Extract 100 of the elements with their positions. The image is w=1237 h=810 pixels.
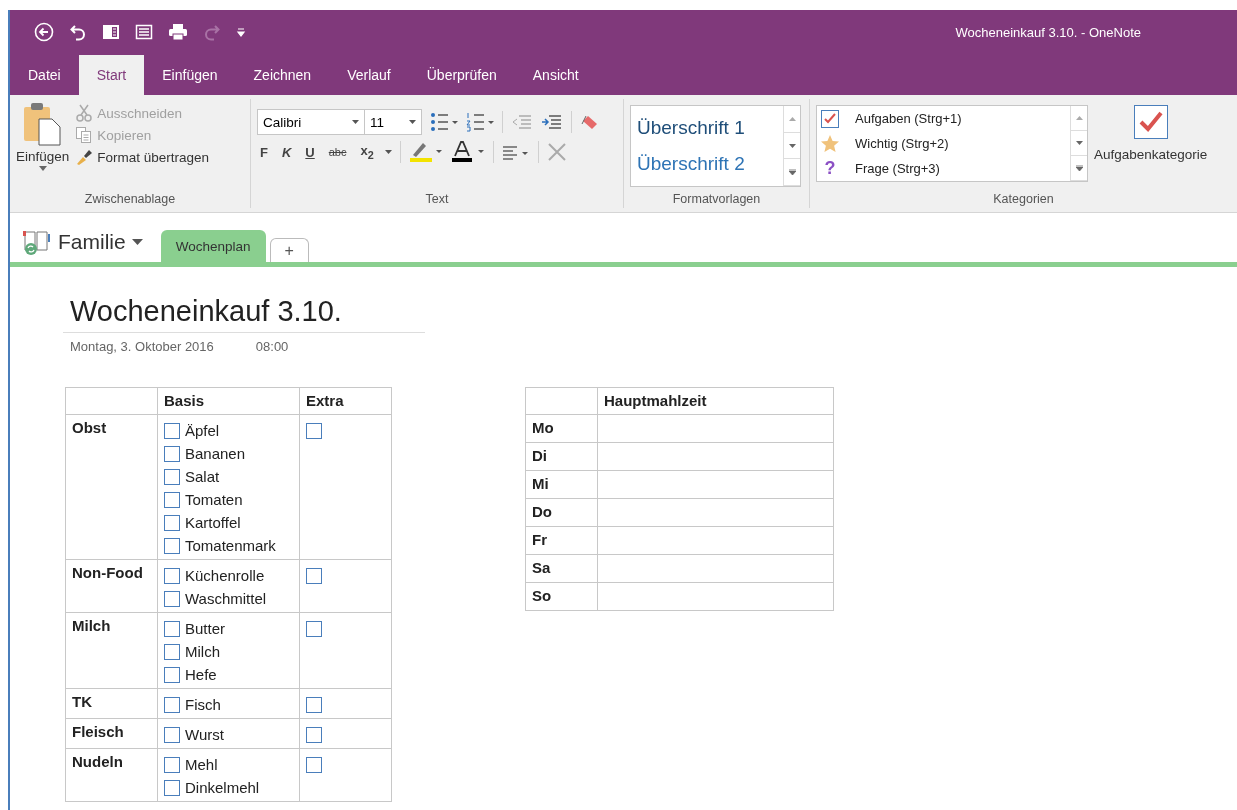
ribbon-tab[interactable]: Einfügen <box>144 55 236 95</box>
checkbox[interactable] <box>306 696 322 713</box>
notebook-icon <box>22 228 52 256</box>
checkbox[interactable] <box>306 620 322 637</box>
checkbox-icon <box>821 109 839 128</box>
notebook-dropdown[interactable]: Familie <box>22 228 143 256</box>
format-button[interactable]: U <box>302 144 318 160</box>
ribbon-tab[interactable]: Überprüfen <box>408 55 515 95</box>
day-label: Mi <box>532 475 549 492</box>
page-date: Montag, 3. Oktober 2016 <box>70 339 214 354</box>
checkbox[interactable] <box>164 726 180 743</box>
item-label: Salat <box>185 468 220 485</box>
add-section-tab[interactable]: + <box>269 238 309 262</box>
ribbon-tab[interactable]: Verlauf <box>329 55 409 95</box>
scroll-down-icon[interactable] <box>788 143 796 148</box>
checkbox[interactable] <box>164 779 180 796</box>
font-color-icon[interactable] <box>450 141 485 163</box>
section-tab[interactable]: Wochenplan <box>160 230 266 262</box>
undo-icon[interactable] <box>69 23 87 41</box>
checkbox[interactable] <box>164 666 180 683</box>
clipboard-icon <box>21 101 64 147</box>
checkbox[interactable] <box>306 726 322 743</box>
format-button[interactable]: K <box>278 144 295 160</box>
caret-icon <box>352 120 359 124</box>
style-option[interactable]: Überschrift 2 <box>637 146 777 182</box>
category-label: Non-Food <box>72 564 143 581</box>
bullet-list-icon[interactable] <box>430 112 458 132</box>
day-label: Sa <box>532 559 551 576</box>
format-button[interactable]: abc <box>325 146 350 158</box>
brush-icon <box>75 148 94 166</box>
checkbox[interactable] <box>164 514 180 531</box>
column-header: Basis <box>164 392 205 409</box>
checkbox[interactable] <box>306 422 322 439</box>
scissors-icon <box>75 104 94 122</box>
back-icon[interactable] <box>34 22 54 42</box>
item-label: Mehl <box>185 756 218 773</box>
highlighter-icon[interactable] <box>408 141 443 163</box>
customize-icon[interactable] <box>236 27 246 37</box>
ribbon-tab[interactable]: Zeichnen <box>235 55 330 95</box>
item-label: Milch <box>185 643 220 660</box>
checkbox[interactable] <box>164 491 180 508</box>
checkbox[interactable] <box>164 567 180 584</box>
caret-icon <box>38 166 47 171</box>
checkbox[interactable] <box>164 537 180 554</box>
ribbon-tab[interactable]: Start <box>78 55 145 95</box>
ribbon-tab[interactable]: Ansicht <box>514 55 597 95</box>
day-label: Di <box>532 447 547 464</box>
scroll-up-icon[interactable] <box>788 116 796 121</box>
font-dropdown[interactable]: Calibri <box>257 109 365 135</box>
scroll-down-icon[interactable] <box>1075 141 1083 145</box>
question-icon: ? <box>821 158 839 179</box>
paste-button[interactable]: Einfügen <box>16 101 70 171</box>
group-label: Formatvorlagen <box>671 192 762 208</box>
ribbon-tab[interactable]: Datei <box>10 55 79 95</box>
clipboard-button[interactable]: Format übertragen <box>75 147 210 167</box>
day-label: Fr <box>532 531 547 548</box>
item-label: Hefe <box>185 666 217 683</box>
checkbox[interactable] <box>164 422 180 439</box>
format-button[interactable]: F <box>257 144 271 160</box>
style-option[interactable]: Überschrift 1 <box>637 110 777 146</box>
print-icon[interactable] <box>168 23 188 41</box>
checkbox[interactable] <box>164 620 180 637</box>
day-label: Do <box>532 503 552 520</box>
checkbox[interactable] <box>164 468 180 485</box>
page-time: 08:00 <box>255 339 289 354</box>
indent-icon[interactable] <box>541 113 563 131</box>
checkbox[interactable] <box>164 696 180 713</box>
page-title[interactable]: Wocheneinkauf 3.10. <box>63 295 425 333</box>
tags-gallery[interactable]: Aufgaben (Strg+1) Wichtig (Strg+2) ? Frage (Strg+3) <box>816 105 1088 182</box>
checkbox[interactable] <box>306 756 322 773</box>
day-label: So <box>532 587 552 604</box>
page-layout-icon[interactable] <box>102 23 120 41</box>
more-icon[interactable] <box>1075 165 1083 171</box>
tag-option[interactable]: Frage (Strg+3) <box>855 161 940 176</box>
item-label: Kartoffel <box>185 514 241 531</box>
styles-gallery[interactable]: Überschrift 1 Überschrift 2 <box>630 105 801 187</box>
dropdown-arrow-icon[interactable] <box>384 150 392 154</box>
checkbox[interactable] <box>164 643 180 660</box>
numbered-list-icon[interactable] <box>466 112 494 132</box>
todo-tag-button[interactable]: Aufgabenkategorie <box>1094 101 1208 162</box>
format-button[interactable]: x$_{2}$ <box>357 143 377 161</box>
star-icon <box>821 134 839 153</box>
caret-icon <box>131 239 143 245</box>
font-size-dropdown[interactable]: 11 <box>364 109 422 135</box>
category-label: Obst <box>72 419 107 436</box>
more-icon[interactable] <box>788 169 796 176</box>
item-label: Äpfel <box>185 422 220 439</box>
checkbox[interactable] <box>164 590 180 607</box>
scroll-up-icon[interactable] <box>1075 116 1083 120</box>
checkbox[interactable] <box>164 445 180 462</box>
checkbox-icon <box>1133 105 1168 139</box>
tag-option[interactable]: Aufgaben (Strg+1) <box>855 111 962 126</box>
align-icon[interactable] <box>501 143 530 161</box>
checkbox[interactable] <box>306 567 322 584</box>
document-icon[interactable] <box>135 23 153 41</box>
tag-option[interactable]: Wichtig (Strg+2) <box>855 136 949 151</box>
group-label: Zwischenablage <box>83 192 177 208</box>
group-label: Kategorien <box>992 192 1055 208</box>
item-label: Bananen <box>185 445 246 462</box>
checkbox[interactable] <box>164 756 180 773</box>
